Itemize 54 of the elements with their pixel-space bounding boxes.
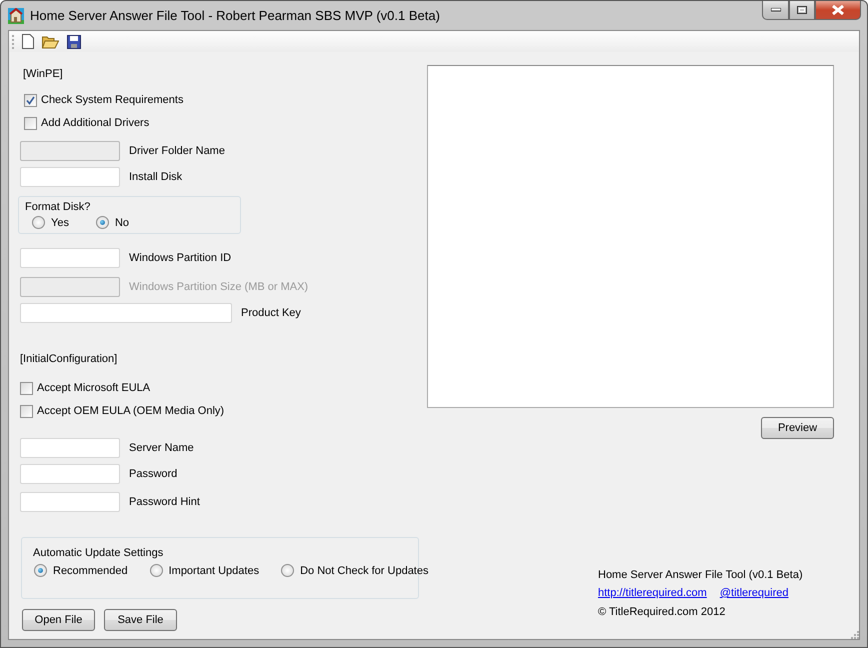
text-field[interactable] <box>20 248 120 268</box>
checkbox[interactable] <box>20 404 33 418</box>
checkbox-label: Accept Microsoft EULA <box>37 382 150 394</box>
radio-button[interactable] <box>150 564 163 577</box>
field-label: Windows Partition ID <box>129 252 232 264</box>
field-label: Install Disk <box>129 171 182 183</box>
checkbox-label: Check System Requirements <box>41 94 184 106</box>
preview-button[interactable]: Preview <box>761 417 834 439</box>
text-field[interactable] <box>20 492 120 512</box>
section-heading: [WinPE] <box>23 67 63 81</box>
checkbox[interactable] <box>20 382 33 394</box>
close-button[interactable] <box>815 1 861 20</box>
text-field[interactable] <box>20 303 232 323</box>
radio-button[interactable] <box>96 216 109 229</box>
radio-label: Do Not Check for Updates <box>300 564 428 576</box>
maximize-button[interactable] <box>789 1 815 20</box>
radio-label: Recommended <box>53 564 128 576</box>
window-title: Home Server Answer File Tool - Robert Pearman SBS MVP (v0.1 Beta) <box>30 8 440 23</box>
radio-button[interactable] <box>281 564 294 577</box>
field-label: Windows Partition Size (MB or MAX) <box>129 281 308 293</box>
checkbox[interactable] <box>24 116 37 130</box>
minimize-icon <box>770 8 780 12</box>
file-button[interactable]: Open File <box>22 609 95 631</box>
file-button[interactable]: Save File <box>104 609 177 631</box>
text-field[interactable] <box>20 464 120 484</box>
maximize-icon <box>797 6 807 14</box>
close-icon <box>832 5 844 15</box>
text-field[interactable] <box>20 438 120 458</box>
new-document-icon[interactable] <box>22 34 34 49</box>
minimize-button[interactable] <box>762 1 789 20</box>
app-name-text: Home Server Answer File Tool (v0.1 Beta) <box>598 569 803 581</box>
checkbox[interactable] <box>24 94 37 106</box>
radio-button[interactable] <box>32 216 45 229</box>
resize-grip-icon[interactable] <box>851 631 859 639</box>
radio-button[interactable] <box>34 564 47 577</box>
checkbox-label: Add Additional Drivers <box>41 117 150 129</box>
text-field[interactable] <box>20 167 120 187</box>
house-icon <box>8 8 24 24</box>
checkbox-label: Accept OEM EULA (OEM Media Only) <box>37 405 224 417</box>
link[interactable]: http://titlerequired.com <box>598 587 707 599</box>
section-heading: [InitialConfiguration] <box>20 352 118 366</box>
field-label: Password Hint <box>129 496 200 508</box>
link[interactable]: @titlerequired <box>720 587 788 599</box>
radio-label: No <box>114 216 130 228</box>
group-title: Format Disk? <box>25 201 90 213</box>
field-label: Password <box>129 468 178 480</box>
field-label: Server Name <box>129 442 194 454</box>
radio-label: Yes <box>51 216 69 228</box>
folder-icon[interactable] <box>42 34 59 48</box>
copyright-text: © TitleRequired.com 2012 <box>598 606 726 618</box>
field-label: Product Key <box>241 307 301 319</box>
radio-label: Important Updates <box>168 564 260 576</box>
field-label: Driver Folder Name <box>129 145 225 157</box>
group-title: Automatic Update Settings <box>33 547 164 559</box>
